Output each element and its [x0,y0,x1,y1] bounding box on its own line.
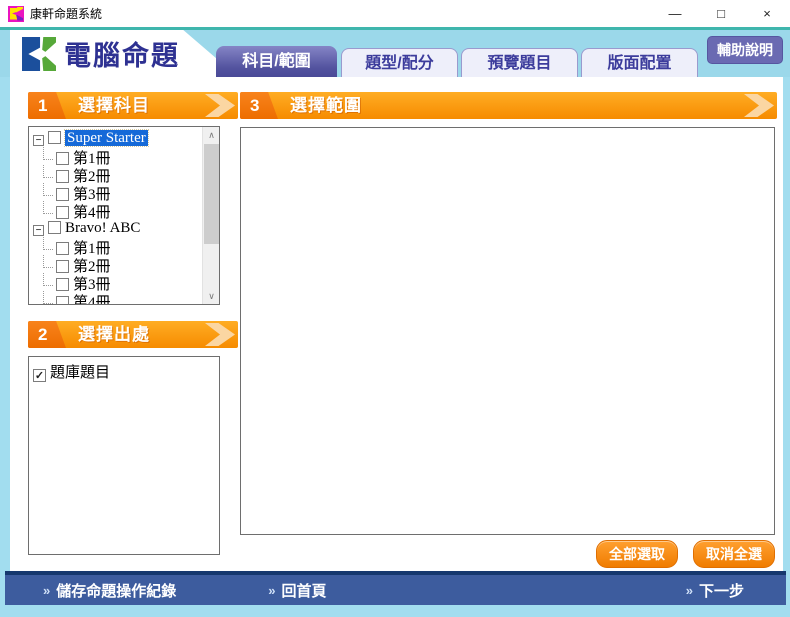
range-selection-panel [240,127,775,535]
checkbox-book[interactable] [56,260,69,273]
checkbox-book[interactable] [56,242,69,255]
app-logo-title: 電腦命題 [64,34,180,73]
section-header-source: 2 選擇出處 [28,321,238,348]
tab-subject-range[interactable]: 科目/範圍 [216,46,337,77]
tree-node-book[interactable]: 第3冊 [33,273,219,291]
tree-node-book[interactable]: 第2冊 [33,255,219,273]
tab-question-type[interactable]: 題型/配分 [341,48,458,77]
subject-tree-box: − Super Starter 第1冊 第2冊 第3冊 第4冊 − Bravo! A… [28,126,220,305]
tree-node-bravo-abc[interactable]: − Bravo! ABC [33,219,219,237]
step-number-badge: 3 [240,92,278,119]
tree-label[interactable]: Bravo! ABC [65,220,140,236]
scrollbar-thumb[interactable] [204,144,219,244]
chevron-right-icon: » [686,583,693,598]
maximize-icon[interactable]: □ [698,0,744,27]
tab-preview[interactable]: 預覽題目 [461,48,578,77]
checkbox-book[interactable] [56,296,69,305]
save-record-label: 儲存命題操作紀錄 [56,580,176,601]
arrow-right-icon [205,323,235,346]
title-bar: 康軒命題系統 — □ × [0,0,790,27]
tree-node-super-starter[interactable]: − Super Starter [33,129,219,147]
tree-node-book[interactable]: 第1冊 [33,237,219,255]
next-step-link[interactable]: » 下一步 [686,580,744,601]
close-icon[interactable]: × [744,0,790,27]
source-option-label[interactable]: 題庫題目 [50,365,110,381]
app-icon [8,6,24,22]
checkbox-book[interactable] [56,278,69,291]
arrow-right-icon [205,94,235,117]
save-record-link[interactable]: » 儲存命題操作紀錄 [43,580,176,601]
section-title: 選擇科目 [78,92,150,119]
checkbox-question-bank[interactable]: ✓ [33,369,46,382]
checkbox-bravo-abc[interactable] [48,221,61,234]
tree-label[interactable]: 第4冊 [73,295,111,305]
checkbox-super-starter[interactable] [48,131,61,144]
range-buttons: 全部選取 取消全選 [240,540,775,568]
tree-label[interactable]: Super Starter [65,130,148,146]
brand-k-icon [22,37,56,71]
chevron-right-icon: » [268,583,275,598]
section-header-range: 3 選擇範圍 [240,92,777,119]
section-title: 選擇範圍 [290,92,362,119]
chevron-right-icon: » [43,583,50,598]
source-option[interactable]: ✓ 題庫題目 [29,357,219,382]
tree-node-book[interactable]: 第4冊 [33,201,219,219]
subject-tree: − Super Starter 第1冊 第2冊 第3冊 第4冊 − Bravo! A… [29,127,219,305]
select-all-button[interactable]: 全部選取 [596,540,678,568]
tree-node-book[interactable]: 第3冊 [33,183,219,201]
checkbox-book[interactable] [56,152,69,165]
main-content: 1 選擇科目 − Super Starter 第1冊 第2冊 第3冊 第4冊 − B… [10,77,783,571]
scroll-down-icon[interactable]: ∨ [203,288,220,304]
window-controls: — □ × [652,0,790,27]
step-number-badge: 2 [28,321,66,348]
tree-node-book[interactable]: 第4冊 [33,291,219,305]
next-step-label: 下一步 [699,580,744,601]
window-title: 康軒命題系統 [30,5,102,22]
arrow-right-icon [744,94,774,117]
minimize-icon[interactable]: — [652,0,698,27]
footer-bar: » 儲存命題操作紀錄 » 回首頁 » 下一步 [5,571,786,605]
tree-scrollbar[interactable]: ∧ ∨ [202,127,219,304]
checkbox-book[interactable] [56,206,69,219]
home-link[interactable]: » 回首頁 [268,580,326,601]
collapse-toggle-icon[interactable]: − [33,135,44,146]
tree-node-book[interactable]: 第2冊 [33,165,219,183]
checkbox-book[interactable] [56,170,69,183]
deselect-all-button[interactable]: 取消全選 [693,540,775,568]
home-label: 回首頁 [281,580,326,601]
collapse-toggle-icon[interactable]: − [33,225,44,236]
source-box: ✓ 題庫題目 [28,356,220,555]
checkbox-book[interactable] [56,188,69,201]
section-header-subject: 1 選擇科目 [28,92,238,119]
help-button[interactable]: 輔助說明 [707,36,783,64]
section-title: 選擇出處 [78,321,150,348]
tab-layout[interactable]: 版面配置 [581,48,698,77]
tree-node-book[interactable]: 第1冊 [33,147,219,165]
step-number-badge: 1 [28,92,66,119]
scroll-up-icon[interactable]: ∧ [203,127,220,143]
